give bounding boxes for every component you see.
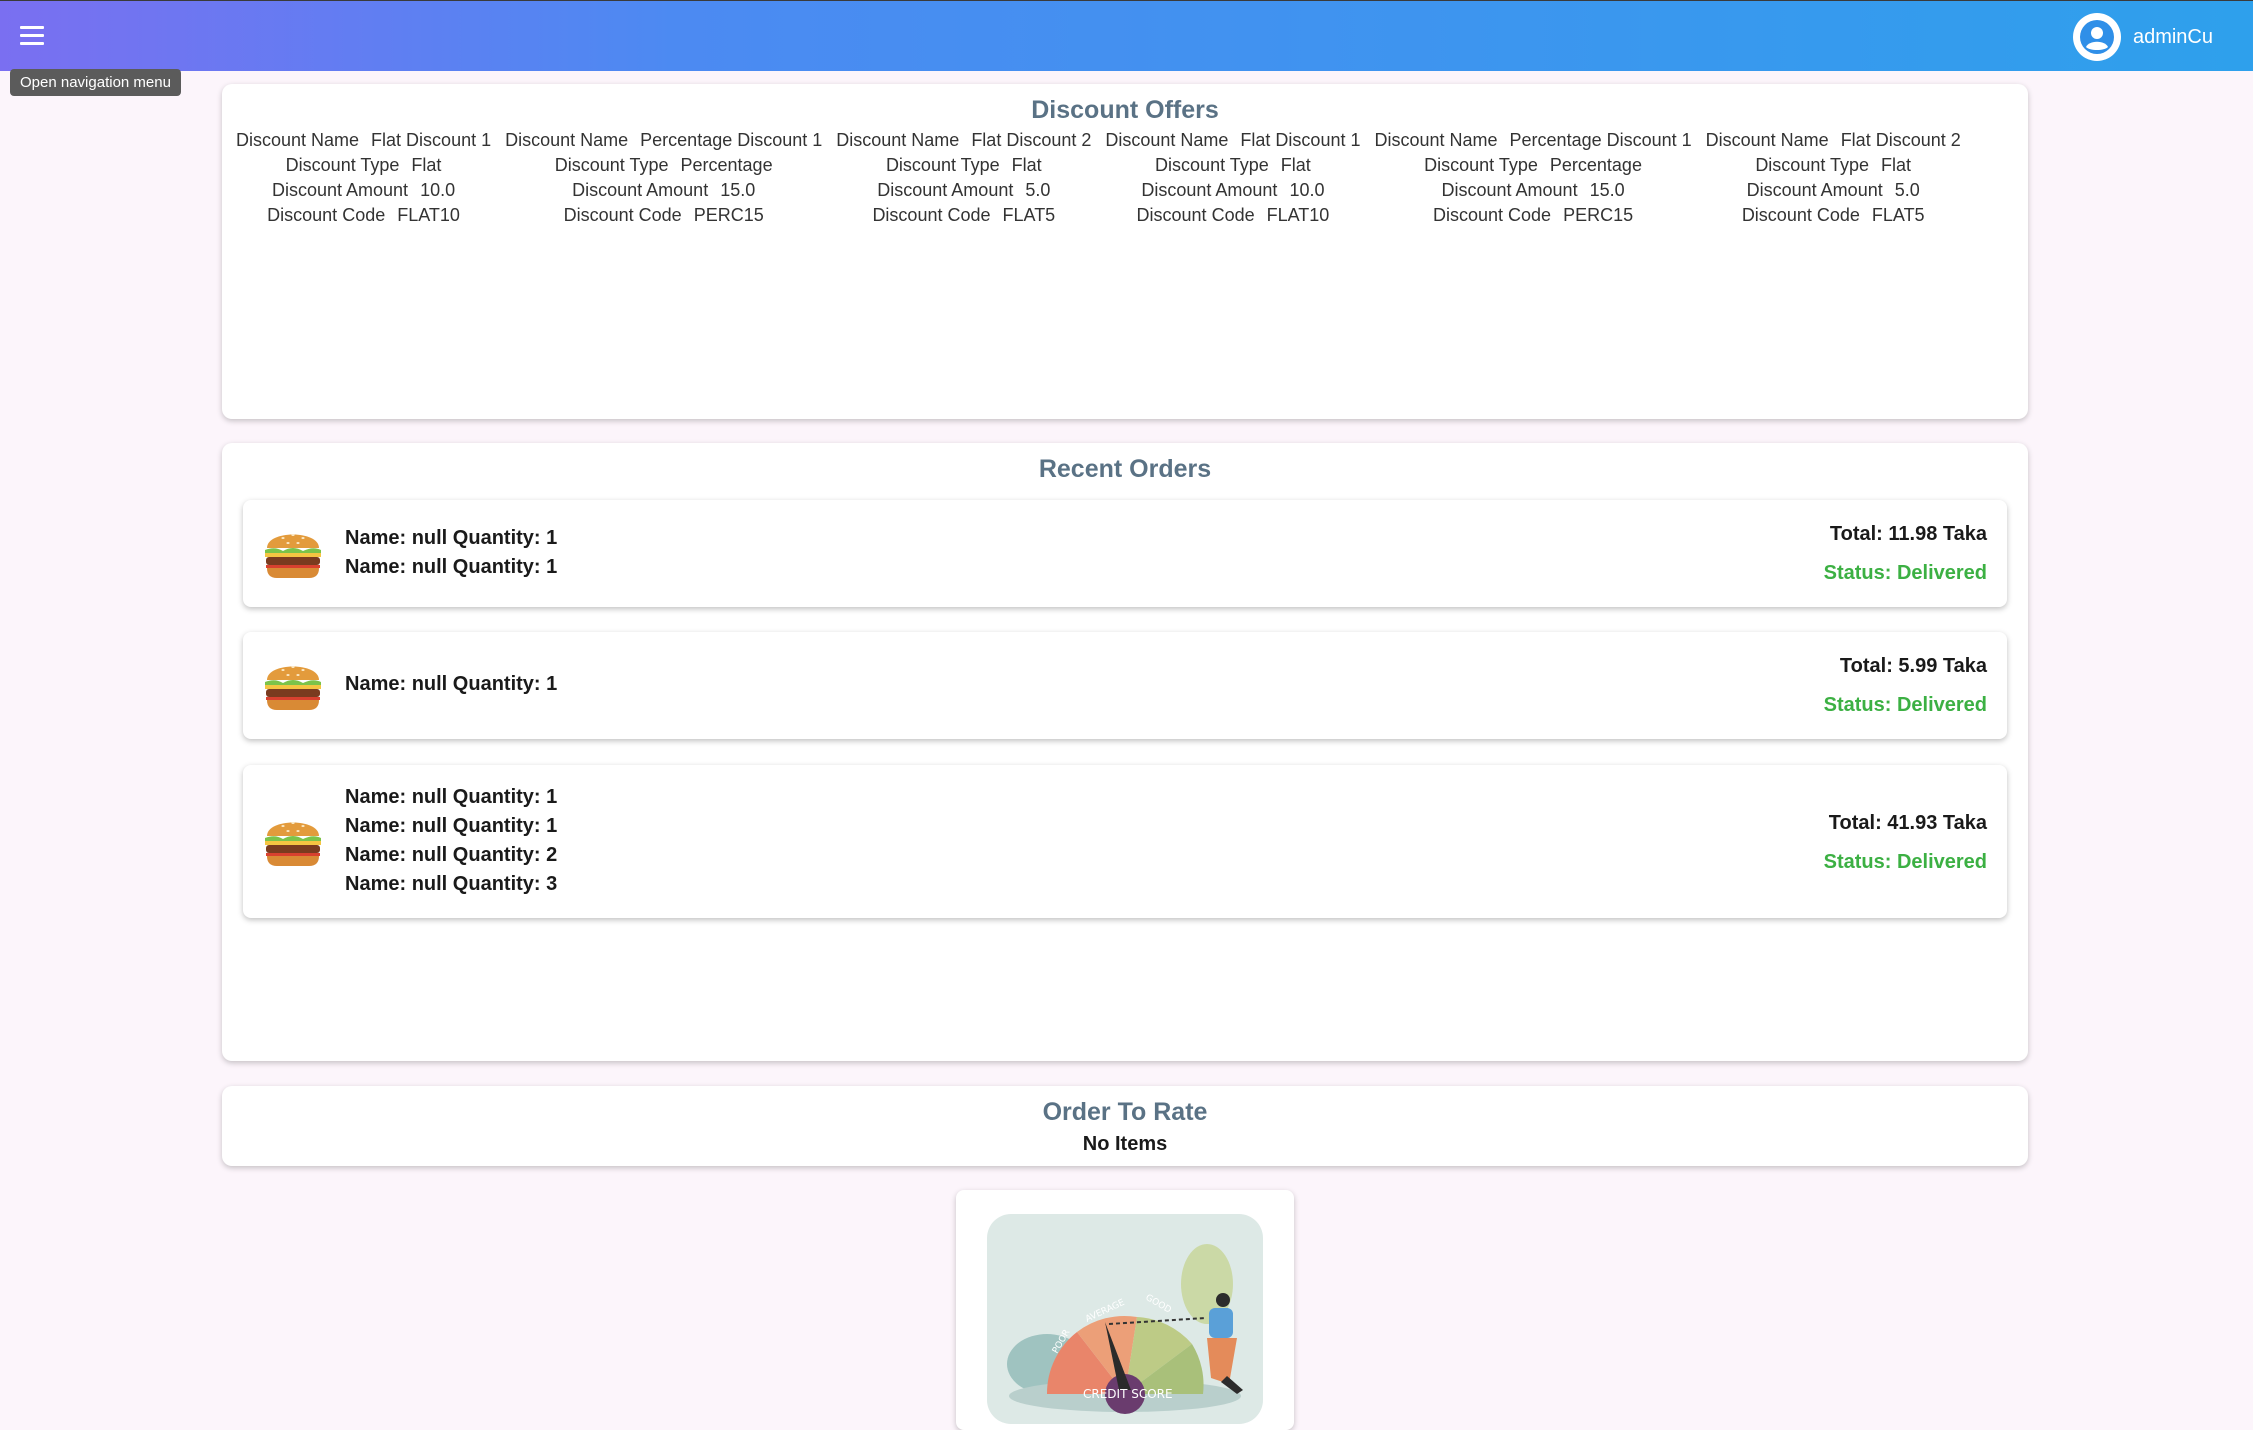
offer-type-label: Discount Type xyxy=(285,155,400,175)
offer-amount-label: Discount Amount xyxy=(1141,180,1278,200)
offer-amount-label: Discount Amount xyxy=(572,180,709,200)
score-label-good: GOOD xyxy=(1144,1293,1173,1316)
offer-name: Flat Discount 1 xyxy=(371,130,492,150)
order-card[interactable]: Name: null Quantity: 1 Name: null Quanti… xyxy=(243,500,2007,607)
offer-code: PERC15 xyxy=(693,205,764,225)
order-to-rate-card: Order To Rate No Items xyxy=(222,1086,2028,1166)
offer-type: Percentage xyxy=(1549,155,1642,175)
order-card[interactable]: Name: null Quantity: 1 Name: null Quanti… xyxy=(243,765,2007,918)
offer-name-label: Discount Name xyxy=(505,130,629,150)
offer-item: Discount Name Flat Discount 1 Discount Ty… xyxy=(1105,128,1360,228)
offer-type: Flat xyxy=(1881,155,1912,175)
app-bar: adminCu xyxy=(0,0,2253,71)
offer-name-label: Discount Name xyxy=(236,130,360,150)
user-account[interactable]: adminCu xyxy=(2072,13,2213,61)
offer-type: Percentage xyxy=(680,155,773,175)
offer-name: Percentage Discount 1 xyxy=(640,130,823,150)
order-total: Total: 41.93 Taka xyxy=(1828,812,1987,834)
offer-name: Flat Discount 2 xyxy=(971,130,1092,150)
order-items: Name: null Quantity: 1 Name: null Quanti… xyxy=(345,783,557,899)
order-status: Status: Delivered xyxy=(1823,694,1987,716)
offer-type: Flat xyxy=(1011,155,1042,175)
offer-type: Flat xyxy=(411,155,442,175)
offer-name-label: Discount Name xyxy=(836,130,960,150)
offer-amount: 15.0 xyxy=(1589,180,1625,200)
order-status: Status: Delivered xyxy=(1823,851,1987,873)
offer-item: Discount Name Flat Discount 1 Discount Ty… xyxy=(236,128,491,228)
order-item-line: Name: null Quantity: 1 xyxy=(345,673,558,695)
offer-amount-label: Discount Amount xyxy=(1441,180,1578,200)
order-status: Status: Delivered xyxy=(1823,562,1987,584)
offer-code: FLAT10 xyxy=(397,205,460,225)
order-items: Name: null Quantity: 1 xyxy=(345,670,557,699)
offer-code-label: Discount Code xyxy=(1433,205,1552,225)
offer-name-label: Discount Name xyxy=(1374,130,1498,150)
offer-item: Discount Name Flat Discount 2 Discount Ty… xyxy=(1706,128,1961,228)
offer-amount: 5.0 xyxy=(1025,180,1051,200)
offer-amount: 10.0 xyxy=(1289,180,1325,200)
offer-amount-label: Discount Amount xyxy=(271,180,409,200)
offer-code-label: Discount Code xyxy=(267,205,386,225)
offer-amount: 15.0 xyxy=(720,180,756,200)
order-total: Total: 5.99 Taka xyxy=(1839,655,1987,677)
discount-offers-title: Discount Offers xyxy=(1031,96,1219,124)
offer-amount: 5.0 xyxy=(1894,180,1920,200)
order-item-line: Name: null Quantity: 3 xyxy=(345,873,558,895)
order-item-line: Name: null Quantity: 1 xyxy=(345,556,558,578)
order-item-line: Name: null Quantity: 1 xyxy=(345,527,558,549)
offer-code-label: Discount Code xyxy=(872,205,991,225)
offer-code: PERC15 xyxy=(1563,205,1634,225)
offer-type-label: Discount Type xyxy=(554,155,669,175)
offer-code: FLAT5 xyxy=(1871,205,1925,225)
offer-type-label: Discount Type xyxy=(1755,155,1870,175)
discount-offers-card: Discount Offers Discount Name Flat Discou… xyxy=(222,84,2028,419)
offer-type-label: Discount Type xyxy=(885,155,1000,175)
order-item-line: Name: null Quantity: 1 xyxy=(345,815,558,837)
order-total: Total: 11.98 Taka xyxy=(1829,523,1987,545)
recent-orders-title: Recent Orders xyxy=(1038,455,1212,483)
offer-amount: 10.0 xyxy=(420,180,456,200)
order-card[interactable]: Name: null Quantity: 1 Total: 5.99 Taka … xyxy=(243,632,2007,739)
order-item-line: Name: null Quantity: 1 xyxy=(345,786,558,808)
offer-item: Discount Name Percentage Discount 1 Disco… xyxy=(505,128,822,228)
offer-name: Percentage Discount 1 xyxy=(1509,130,1692,150)
burger-icon xyxy=(265,666,321,710)
order-items: Name: null Quantity: 1 Name: null Quanti… xyxy=(345,524,557,582)
offer-code-label: Discount Code xyxy=(1136,205,1255,225)
offer-name: Flat Discount 2 xyxy=(1840,130,1961,150)
offer-code: FLAT10 xyxy=(1266,205,1330,225)
offer-code-label: Discount Code xyxy=(1741,205,1860,225)
offer-name-label: Discount Name xyxy=(1705,130,1829,150)
burger-icon xyxy=(265,822,321,866)
offers-list: Discount Name Flat Discount 1 Discount Ty… xyxy=(236,128,1961,228)
credit-score-card[interactable]: POOR AVERAGE GOOD CREDIT SCORE xyxy=(956,1190,1294,1430)
offer-type-label: Discount Type xyxy=(1424,155,1538,175)
score-label-credit: CREDIT SCORE xyxy=(1083,1387,1173,1401)
order-item-line: Name: null Quantity: 2 xyxy=(345,844,558,866)
offer-item: Discount Name Flat Discount 2 Discount Ty… xyxy=(836,128,1091,228)
offer-name: Flat Discount 1 xyxy=(1240,130,1361,150)
menu-icon[interactable] xyxy=(14,17,50,53)
user-name: adminCu xyxy=(2132,25,2213,48)
account-circle-icon[interactable] xyxy=(2072,13,2121,61)
offer-amount-label: Discount Amount xyxy=(1746,180,1883,200)
offer-name-label: Discount Name xyxy=(1105,130,1229,150)
recent-orders-card: Recent Orders Name: null Quantity: 1 Nam… xyxy=(222,443,2028,1061)
empty-message: No Items xyxy=(1082,1133,1168,1155)
order-to-rate-title: Order To Rate xyxy=(1042,1098,1208,1126)
offer-amount-label: Discount Amount xyxy=(877,180,1014,200)
offer-code-label: Discount Code xyxy=(563,205,682,225)
offer-type-label: Discount Type xyxy=(1155,155,1269,175)
offer-code: FLAT5 xyxy=(1002,205,1056,225)
burger-icon xyxy=(265,534,321,578)
offer-item: Discount Name Percentage Discount 1 Disco… xyxy=(1374,128,1691,228)
offer-type: Flat xyxy=(1280,155,1311,175)
menu-tooltip: Open navigation menu xyxy=(10,69,181,96)
credit-score-illustration: POOR AVERAGE GOOD CREDIT SCORE xyxy=(987,1214,1263,1424)
